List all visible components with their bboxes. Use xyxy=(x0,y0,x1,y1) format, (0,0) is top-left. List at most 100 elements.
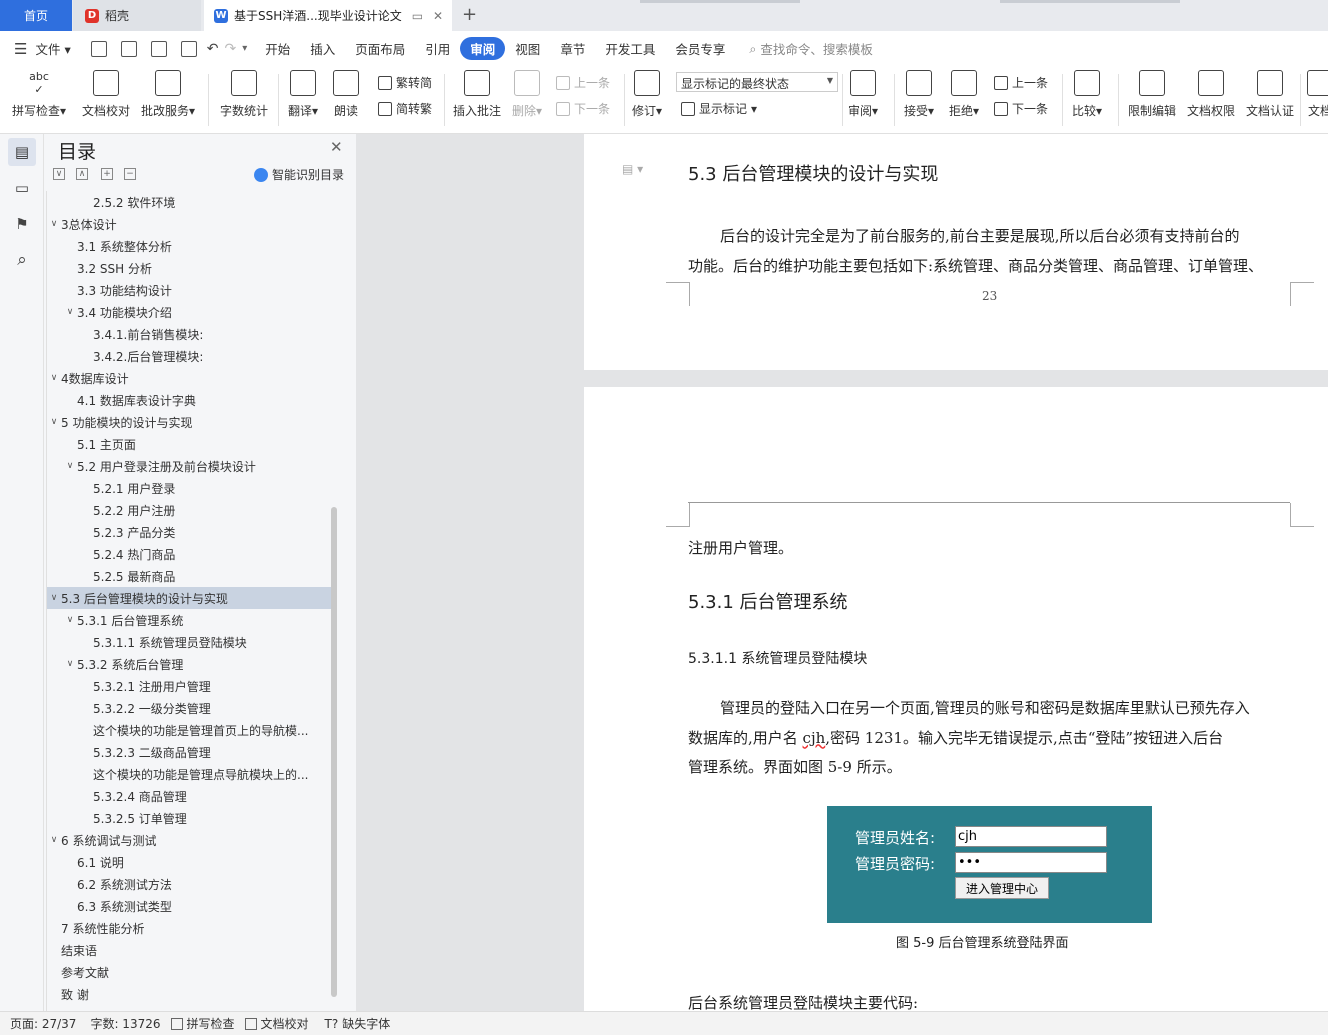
toc-item[interactable]: 7 系统性能分析 xyxy=(47,917,331,939)
undo-icon[interactable]: ↶ xyxy=(207,41,219,57)
bookmark-button[interactable]: ⚑ xyxy=(8,210,36,238)
toc-item[interactable]: 5.3.2.2 一级分类管理 xyxy=(47,697,331,719)
expand-toggle-icon[interactable]: ∨ xyxy=(63,659,77,669)
status-proofread[interactable]: 文档校对 xyxy=(244,1015,309,1032)
toc-item[interactable]: ∨ 3总体设计 xyxy=(47,213,331,235)
tab-document[interactable]: W 基于SSH洋酒...现毕业设计论文 ▭ ✕ xyxy=(204,0,452,31)
menu-tab[interactable]: 引用 xyxy=(415,35,460,62)
toc-item[interactable]: 4.1 数据库表设计字典 xyxy=(47,389,331,411)
menu-tab[interactable]: 开始 xyxy=(255,35,300,62)
toc-item[interactable]: 5.2.5 最新商品 xyxy=(47,565,331,587)
expand-toggle-icon[interactable]: ∨ xyxy=(47,593,61,603)
markup-state-select[interactable]: 显示标记的最终状态 ▼ xyxy=(676,72,838,92)
toc-item[interactable]: 5.2.1 用户登录 xyxy=(47,477,331,499)
toc-item[interactable]: ∨ 5 功能模块的设计与实现 xyxy=(47,411,331,433)
toc-panel-button[interactable]: ▤ xyxy=(8,138,36,166)
missing-font-indicator[interactable]: T? 缺失字体 xyxy=(325,1015,391,1032)
expand-toggle-icon[interactable]: ∨ xyxy=(47,219,61,229)
toc-item[interactable]: 5.3.2.3 二级商品管理 xyxy=(47,741,331,763)
toc-item[interactable]: 5.3.2.1 注册用户管理 xyxy=(47,675,331,697)
toc-scrollbar[interactable] xyxy=(331,507,337,997)
menu-tab[interactable]: 会员专享 xyxy=(665,35,735,62)
toc-item[interactable]: 3.4.2.后台管理模块: xyxy=(47,345,331,367)
toc-item[interactable]: 3.3 功能结构设计 xyxy=(47,279,331,301)
translate-button[interactable]: 翻译▾ xyxy=(288,70,318,119)
menu-tab[interactable]: 插入 xyxy=(300,35,345,62)
toc-item[interactable]: ∨ 4数据库设计 xyxy=(47,367,331,389)
menu-tab[interactable]: 页面布局 xyxy=(345,35,415,62)
toc-item[interactable]: ∨ 3.4 功能模块介绍 xyxy=(47,301,331,323)
expand-toggle-icon[interactable]: ∨ xyxy=(63,461,77,471)
toc-item[interactable]: 5.2.3 产品分类 xyxy=(47,521,331,543)
toc-item[interactable]: 6.1 说明 xyxy=(47,851,331,873)
doc-proofread-button[interactable]: 文档校对 xyxy=(82,70,130,119)
word-count-button[interactable]: 字数统计 xyxy=(220,70,268,119)
expand-up-icon[interactable]: ∧ xyxy=(76,168,88,180)
page-indicator[interactable]: 页面: 27/37 xyxy=(10,1015,76,1032)
quick-access-dropdown-icon[interactable]: ▾ xyxy=(242,43,247,54)
toc-item[interactable]: 致 谢 xyxy=(47,983,331,1005)
reject-button[interactable]: 拒绝▾ xyxy=(949,70,979,119)
toc-item[interactable]: 5.3.1.1 系统管理员登陆模块 xyxy=(47,631,331,653)
accept-button[interactable]: 接受▾ xyxy=(904,70,934,119)
tab-home[interactable]: 首页 xyxy=(0,0,72,31)
toc-item[interactable]: 结束语 xyxy=(47,939,331,961)
toc-item[interactable]: ∨ 5.2 用户登录注册及前台模块设计 xyxy=(47,455,331,477)
spell-check-button[interactable]: abc ✓ 拼写检查▾ xyxy=(12,70,66,119)
close-icon[interactable]: ✕ xyxy=(330,138,343,156)
export-pdf-icon[interactable] xyxy=(120,40,137,57)
trad-to-simp-button[interactable]: 繁转简 xyxy=(378,74,432,91)
toc-item[interactable]: 5.2.4 热门商品 xyxy=(47,543,331,565)
add-heading-icon[interactable]: + xyxy=(101,168,113,180)
prev-comment-button[interactable]: 上一条 xyxy=(556,74,610,91)
file-menu[interactable]: 文件 ▾ xyxy=(33,35,80,62)
redo-icon[interactable]: ↷ xyxy=(224,41,236,57)
expand-toggle-icon[interactable]: ∨ xyxy=(47,835,61,845)
simp-to-trad-button[interactable]: 简转繁 xyxy=(378,100,432,117)
tab-pin-icon[interactable]: ▭ xyxy=(412,9,423,23)
read-aloud-button[interactable]: 朗读 xyxy=(333,70,359,119)
toc-item[interactable]: 3.1 系统整体分析 xyxy=(47,235,331,257)
expand-toggle-icon[interactable]: ∨ xyxy=(63,307,77,317)
new-tab-button[interactable]: + xyxy=(462,4,477,25)
toc-item[interactable]: ∨ 5.3 后台管理模块的设计与实现 xyxy=(47,587,331,609)
smart-toc-button[interactable]: 智能识别目录 xyxy=(254,166,344,183)
toc-item[interactable]: 3.2 SSH 分析 xyxy=(47,257,331,279)
next-comment-button[interactable]: 下一条 xyxy=(556,100,610,117)
remove-heading-icon[interactable]: − xyxy=(124,168,136,180)
print-preview-icon[interactable] xyxy=(180,40,197,57)
status-spell-check[interactable]: 拼写检查 xyxy=(170,1015,235,1032)
expand-toggle-icon[interactable]: ∨ xyxy=(47,417,61,427)
doc-rights-button[interactable]: 文档权限 xyxy=(1187,70,1235,119)
toc-item[interactable]: ∨ 6 系统调试与测试 xyxy=(47,829,331,851)
command-search[interactable]: ⌕ 查找命令、搜索模板 xyxy=(749,39,873,58)
paragraph-menu-icon[interactable]: ▤ ▾ xyxy=(622,162,643,176)
toc-item[interactable]: 这个模块的功能是管理点导航模块上的... xyxy=(47,763,331,785)
menu-tab[interactable]: 视图 xyxy=(505,35,550,62)
doc-cert-button[interactable]: 文档认证 xyxy=(1246,70,1294,119)
compare-button[interactable]: 比较▾ xyxy=(1072,70,1102,119)
toc-item[interactable]: 这个模块的功能是管理首页上的导航模... xyxy=(47,719,331,741)
toc-item[interactable]: 5.1 主页面 xyxy=(47,433,331,455)
restrict-edit-button[interactable]: 限制编辑 xyxy=(1128,70,1176,119)
save-icon[interactable] xyxy=(90,40,107,57)
toc-item[interactable]: 5.3.2.4 商品管理 xyxy=(47,785,331,807)
toc-item[interactable]: ∨ 5.3.1 后台管理系统 xyxy=(47,609,331,631)
toc-item[interactable]: 6.2 系统测试方法 xyxy=(47,873,331,895)
toc-item[interactable]: 2.5.2 软件环境 xyxy=(47,191,331,213)
collapse-all-icon[interactable]: ∨ xyxy=(53,168,65,180)
toc-item[interactable]: 参考文献 xyxy=(47,961,331,983)
next-change-button[interactable]: 下一条 xyxy=(994,100,1048,117)
tab-close-icon[interactable]: ✕ xyxy=(433,9,443,23)
tab-daoke[interactable]: D 稻壳 xyxy=(73,0,201,31)
batch-service-button[interactable]: 批改服务▾ xyxy=(141,70,195,119)
menu-tab[interactable]: 开发工具 xyxy=(595,35,665,62)
toc-item[interactable]: 5.3.2.5 订单管理 xyxy=(47,807,331,829)
print-icon[interactable] xyxy=(150,40,167,57)
toc-item[interactable]: 6.3 系统测试类型 xyxy=(47,895,331,917)
delete-comment-button[interactable]: 删除▾ xyxy=(512,70,542,119)
toc-item[interactable]: 3.4.1.前台销售模块: xyxy=(47,323,331,345)
menu-tab[interactable]: 章节 xyxy=(550,35,595,62)
expand-toggle-icon[interactable]: ∨ xyxy=(63,615,77,625)
menu-tab[interactable]: 审阅 xyxy=(460,37,506,60)
